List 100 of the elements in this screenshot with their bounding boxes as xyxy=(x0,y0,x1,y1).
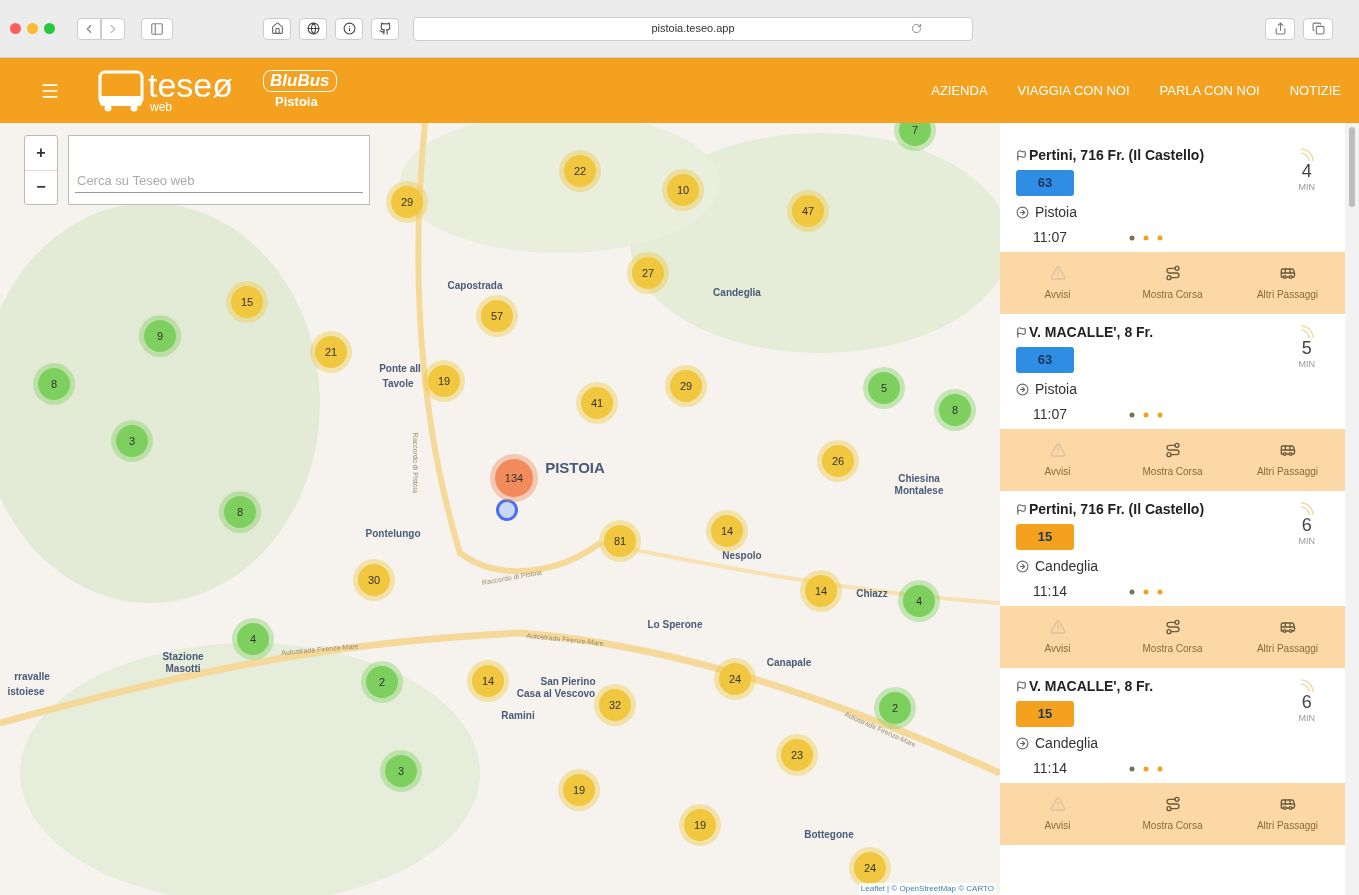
address-bar[interactable]: pistoia.teseo.app xyxy=(413,16,973,41)
warning-icon xyxy=(1049,618,1066,635)
place-label: PISTOIA xyxy=(545,457,605,478)
flag-icon xyxy=(1016,149,1027,162)
route-icon xyxy=(1164,264,1181,281)
home-icon xyxy=(270,22,284,35)
destination: Pistoia xyxy=(1035,380,1078,399)
map-attribution: Leaflet | © OpenStreetMap © CARTO xyxy=(858,883,996,895)
departure-time: 11:07 xyxy=(1033,228,1068,247)
minutes-unit: MIN xyxy=(1298,181,1315,194)
place-label: Candeglia xyxy=(713,285,761,300)
minutes-unit: MIN xyxy=(1298,358,1315,371)
brand-city: Pistoia xyxy=(275,92,319,111)
card-action-button[interactable]: Avvisi xyxy=(1000,606,1115,668)
place-label: Ramini xyxy=(501,708,535,723)
card-action-button[interactable]: Altri Passaggi xyxy=(1230,783,1345,845)
globe-icon xyxy=(306,22,320,35)
maximize-window-icon[interactable] xyxy=(44,23,55,34)
arrow-circle-icon xyxy=(1016,206,1029,219)
share-button[interactable] xyxy=(1265,17,1295,40)
place-label: Pontelungo xyxy=(365,526,421,541)
route-icon xyxy=(1164,795,1181,812)
zoom-out-button[interactable]: − xyxy=(25,170,57,204)
back-button[interactable] xyxy=(77,17,101,40)
card-action-button[interactable]: Avvisi xyxy=(1000,252,1115,314)
progress-dots-icon xyxy=(1129,234,1163,241)
destination: Pistoia xyxy=(1035,203,1078,222)
departure-time: 11:14 xyxy=(1033,582,1068,601)
brand-logo: BluBus xyxy=(263,69,337,92)
place-label: San Pierino xyxy=(540,674,596,689)
place-label: Capostrada xyxy=(447,278,503,293)
github-button[interactable] xyxy=(371,17,399,40)
home-button[interactable] xyxy=(263,17,291,40)
card-action-button[interactable]: Altri Passaggi xyxy=(1230,429,1345,491)
card-action-button[interactable]: Avvisi xyxy=(1000,783,1115,845)
realtime-signal-icon xyxy=(1299,501,1315,515)
place-label: Tavole xyxy=(382,376,414,391)
card-action-button[interactable]: Mostra Corsa xyxy=(1115,429,1230,491)
warning-icon xyxy=(1049,795,1066,812)
flag-icon xyxy=(1016,680,1027,693)
card-action-button[interactable]: Mostra Corsa xyxy=(1115,252,1230,314)
info-icon xyxy=(342,22,356,35)
info-button[interactable] xyxy=(335,17,363,40)
globe-button[interactable] xyxy=(299,17,327,40)
close-window-icon[interactable] xyxy=(10,23,21,34)
place-label: istoiese xyxy=(7,684,45,699)
minutes-value: 4 xyxy=(1301,161,1312,181)
logo-subtitle: web xyxy=(150,100,173,113)
sidebar-button[interactable] xyxy=(141,17,173,40)
card-action-button[interactable]: Altri Passaggi xyxy=(1230,606,1345,668)
place-label: Ponte all xyxy=(379,361,421,376)
bus-logo-icon xyxy=(98,69,144,112)
place-label: Stazione xyxy=(162,649,204,664)
minimize-window-icon[interactable] xyxy=(27,23,38,34)
stop-name: Pertini, 716 Fr. (Il Castello) xyxy=(1029,146,1205,165)
place-label: Nespolo xyxy=(722,548,762,563)
card-action-button[interactable]: Mostra Corsa xyxy=(1115,606,1230,668)
route-icon xyxy=(1164,618,1181,635)
destination: Candeglia xyxy=(1035,557,1099,576)
warning-icon xyxy=(1049,441,1066,458)
tabs-button[interactable] xyxy=(1303,17,1333,40)
minutes-value: 6 xyxy=(1301,515,1312,535)
place-label: Montalese xyxy=(894,483,944,498)
place-label: Bottegone xyxy=(804,827,854,842)
place-label: Chiesina xyxy=(898,471,940,486)
line-badge: 63 xyxy=(1016,347,1074,373)
share-icon xyxy=(1273,22,1287,35)
card-action-button[interactable]: Avvisi xyxy=(1000,429,1115,491)
progress-dots-icon xyxy=(1129,765,1163,772)
realtime-signal-icon xyxy=(1299,147,1315,161)
warning-icon xyxy=(1049,264,1066,281)
card-action-button[interactable]: Altri Passaggi xyxy=(1230,252,1345,314)
stop-name: V. MACALLE', 8 Fr. xyxy=(1029,323,1154,342)
logo-text: teseø xyxy=(148,68,234,101)
place-label: rravalle xyxy=(14,669,50,684)
cat-logo-icon xyxy=(378,22,392,35)
line-badge: 15 xyxy=(1016,701,1074,727)
route-icon xyxy=(1164,441,1181,458)
stop-name: V. MACALLE', 8 Fr. xyxy=(1029,677,1154,696)
place-label: Chiazz xyxy=(856,586,888,601)
progress-dots-icon xyxy=(1129,411,1163,418)
search-field[interactable]: Cerca su Teseo web xyxy=(68,135,370,205)
flag-icon xyxy=(1016,326,1027,339)
stop-name: Pertini, 716 Fr. (Il Castello) xyxy=(1029,500,1205,519)
minutes-unit: MIN xyxy=(1298,712,1315,725)
url-text: pistoia.teseo.app xyxy=(651,21,735,37)
forward-button[interactable] xyxy=(101,17,125,40)
place-label: Lo Sperone xyxy=(647,617,703,632)
zoom-in-button[interactable]: + xyxy=(25,136,57,171)
minutes-unit: MIN xyxy=(1298,535,1315,548)
card-action-button[interactable]: Mostra Corsa xyxy=(1115,783,1230,845)
realtime-signal-icon xyxy=(1299,324,1315,338)
map-drawing[interactable] xyxy=(0,123,1000,895)
minutes-value: 5 xyxy=(1301,338,1312,358)
arrow-circle-icon xyxy=(1016,737,1029,750)
place-label: Casa al Vescovo xyxy=(516,686,596,701)
reload-icon[interactable] xyxy=(911,23,922,34)
place-label: Masotti xyxy=(165,661,201,676)
line-badge: 63 xyxy=(1016,170,1074,196)
realtime-signal-icon xyxy=(1299,678,1315,692)
